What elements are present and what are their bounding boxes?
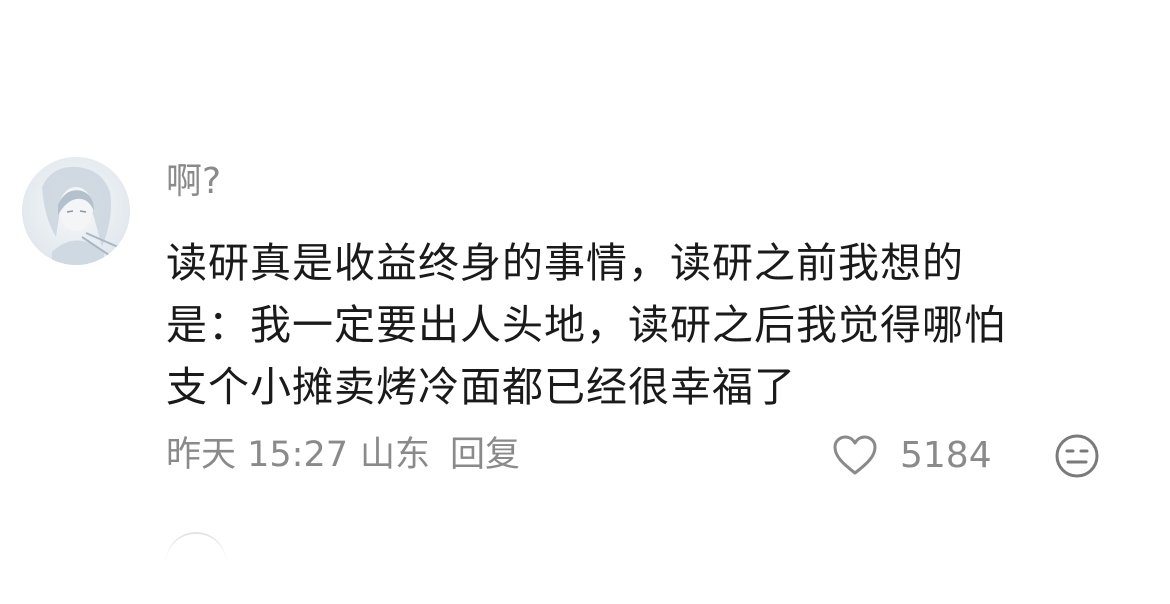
next-comment-avatar[interactable]	[166, 532, 226, 592]
reply-button[interactable]: 回复	[450, 432, 520, 478]
avatar-illustration	[22, 157, 130, 265]
heart-outline-icon	[833, 435, 877, 475]
comment-time: 昨天 15:27	[166, 435, 348, 475]
username[interactable]: 啊?	[166, 158, 221, 206]
comment-text-line: 读研真是收益终身的事情，读研之前我想的	[166, 239, 964, 287]
like-count: 5184	[900, 434, 992, 476]
comment-text-line: 是：我一定要出人头地，读研之后我觉得哪怕	[166, 301, 1006, 349]
comment-location: 山东	[360, 435, 431, 475]
comment-meta: 昨天 15:27 山东 回复	[166, 432, 520, 478]
comment-text: 读研真是收益终身的事情，读研之前我想的 是：我一定要出人头地，读研之后我觉得哪怕…	[166, 232, 1126, 418]
comment-text-line: 支个小摊卖烤冷面都已经很幸福了	[166, 363, 796, 411]
emoji-reaction-button[interactable]	[1054, 433, 1100, 479]
like-button[interactable]: 5184	[832, 430, 992, 480]
user-avatar[interactable]	[22, 157, 130, 265]
comment-page: 啊? 读研真是收益终身的事情，读研之前我想的 是：我一定要出人头地，读研之后我觉…	[0, 0, 1170, 604]
neutral-face-icon	[1055, 434, 1099, 478]
